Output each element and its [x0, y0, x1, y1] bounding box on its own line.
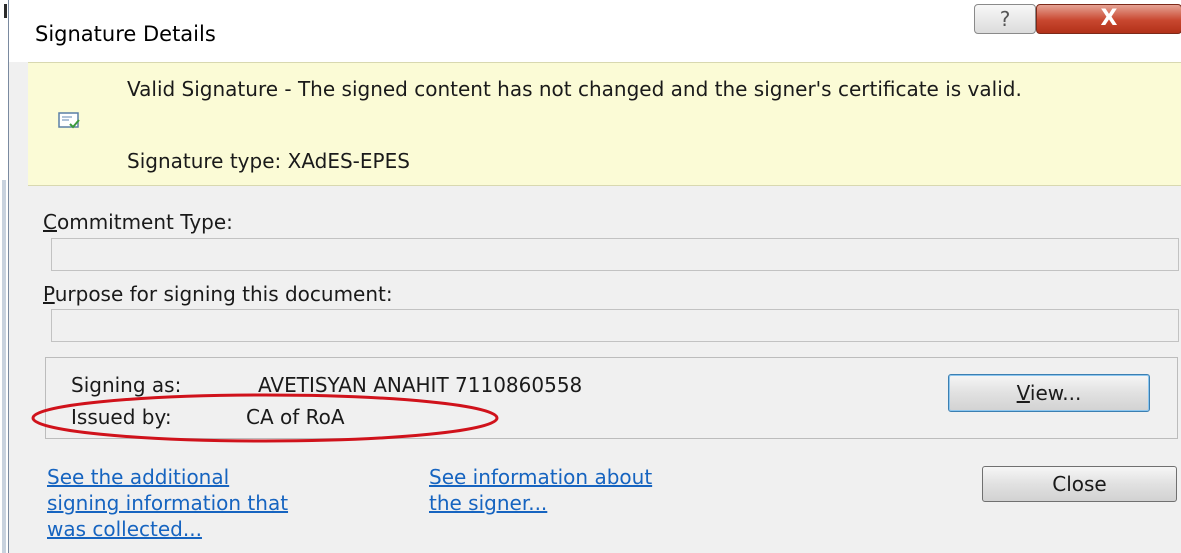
help-button[interactable]: ?: [974, 4, 1036, 34]
signing-as-value: AVETISYAN ANAHIT 7110860558: [258, 373, 583, 397]
signer-info-link[interactable]: See information about the signer...: [429, 464, 652, 516]
title-bar[interactable]: Signature Details ? X: [9, 0, 1181, 62]
window-left-edge: [0, 0, 8, 553]
window-close-button[interactable]: X: [1036, 4, 1181, 34]
purpose-field[interactable]: [51, 309, 1179, 342]
signature-status-bar: Valid Signature - The signed content has…: [28, 62, 1181, 186]
commitment-type-label: Commitment Type:: [43, 210, 233, 234]
close-button[interactable]: Close: [982, 466, 1177, 502]
window-corner-mark: [4, 4, 7, 18]
help-icon: ?: [999, 7, 1011, 31]
signature-type: Signature type: XAdES-EPES: [127, 149, 410, 173]
issued-by-label: Issued by:: [71, 405, 172, 429]
close-icon: X: [1100, 6, 1118, 31]
commitment-type-field[interactable]: [51, 238, 1179, 271]
additional-info-link[interactable]: See the additional signing information t…: [47, 464, 288, 542]
signature-details-dialog: Signature Details ? X Valid Signature - …: [8, 0, 1181, 553]
purpose-label: Purpose for signing this document:: [43, 282, 393, 306]
certificate-check-icon: [58, 112, 80, 129]
issued-by-value: CA of RoA: [246, 405, 345, 429]
background-window-edge: [2, 180, 6, 553]
validity-message: Valid Signature - The signed content has…: [127, 77, 1022, 101]
signing-as-label: Signing as:: [71, 373, 182, 397]
view-certificate-button[interactable]: View...: [948, 374, 1150, 412]
dialog-title: Signature Details: [35, 22, 216, 46]
